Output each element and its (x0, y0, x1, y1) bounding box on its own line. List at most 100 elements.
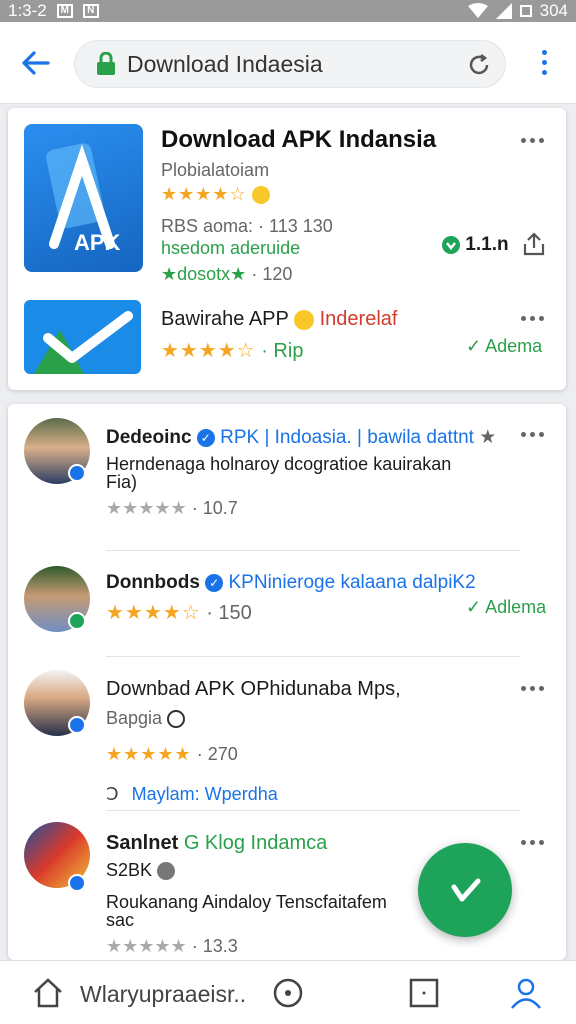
follow-label: Adema (485, 336, 543, 356)
rating-count: · 270 (196, 744, 238, 764)
rating-text: · Rip (261, 340, 304, 362)
rating-count: · 10.7 (191, 498, 238, 518)
more-options-icon[interactable] (521, 316, 549, 324)
verified-badge-icon (68, 464, 86, 482)
clock: 1:3-2 (8, 1, 47, 20)
lock-icon (97, 52, 115, 75)
author-name: Sanlnet (106, 832, 179, 854)
secondary-app-rating: ★★★★☆ · Rip (161, 338, 303, 363)
browser-toolbar: Download Indaesia (0, 22, 576, 104)
tabs-icon[interactable] (406, 975, 442, 1011)
checkmark-logo-icon (34, 311, 133, 374)
search-tab-label[interactable]: Wlaryupraaeisr.. (80, 981, 246, 1008)
notification-icon: M (56, 4, 73, 18)
post-text: Herndenaga holnaroy dcogratioe kauirakan (106, 454, 452, 474)
address-bar[interactable]: Download Indaesia (74, 40, 506, 88)
app-title[interactable]: Download APK Indansia (161, 126, 436, 154)
post-header[interactable]: Sanlnet G Klog Indamca (106, 832, 327, 855)
post-rating: ★★★★★ · 13.3 (106, 936, 238, 957)
secondary-app-title-row[interactable]: Bawirahe APP Inderelaf (161, 308, 397, 331)
author-tag: G Klog Indamca (183, 832, 328, 854)
rating-stars: ★★★★★ (106, 498, 187, 518)
verified-badge-icon (68, 716, 86, 734)
follow-button[interactable]: ✓ Adlema (466, 597, 546, 618)
battery-icon (519, 5, 532, 17)
notification-icon: N (82, 4, 99, 18)
signal-icon (495, 3, 512, 19)
post-subtitle-text: Bapgia (106, 708, 163, 728)
check-icon (451, 878, 481, 902)
meta-stars: ★dosotx★ (161, 264, 247, 284)
rating-stars: ★★★★★ (106, 744, 192, 764)
more-options-icon[interactable] (521, 138, 549, 146)
post-rating: ★★★★☆ · 150 (106, 600, 252, 625)
divider (106, 810, 520, 811)
status-bar: 1:3-2 M N 304 (0, 0, 576, 22)
download-stat[interactable]: 1.1.n (442, 234, 509, 256)
post-link-text: Maylam: Wperdha (131, 784, 278, 804)
home-icon[interactable] (30, 975, 66, 1011)
rating-stars: ★★★★☆ (161, 340, 256, 362)
verified-icon: ✓ (196, 428, 215, 447)
more-options-icon[interactable] (521, 840, 549, 848)
follow-button[interactable]: ✓ Adema (466, 336, 542, 357)
app-meta-rating: ★dosotx★ · 120 (161, 264, 292, 285)
wifi-icon (467, 3, 488, 18)
post-subtitle-text: S2BK (106, 860, 153, 880)
divider (106, 550, 520, 551)
link-icon: Ↄ (106, 784, 119, 804)
share-icon[interactable] (523, 232, 545, 256)
battery-level: 304 (539, 1, 568, 20)
profile-icon[interactable] (508, 975, 544, 1011)
follow-label: Adlema (485, 597, 547, 617)
check-icon: ✓ (466, 597, 482, 617)
author-name[interactable]: Downbad APK OPhidunaba Mps, (106, 678, 401, 701)
author-name: Donnbods (106, 572, 200, 593)
rating-stars: ★★★★☆ (161, 184, 247, 204)
more-options-icon[interactable] (521, 432, 549, 440)
rating-count: · 13.3 (191, 936, 238, 956)
download-fab[interactable] (418, 843, 512, 937)
download-icon (442, 235, 460, 254)
author-handle: RPK | Indoasia. | bawila dattnt (220, 427, 474, 448)
more-options-icon[interactable] (521, 686, 549, 694)
smiley-icon (251, 186, 270, 205)
post-text: Roukanang Aindaloy Tenscfaitafem (106, 892, 387, 912)
smiley-icon (294, 309, 315, 330)
post-rating: ★★★★★ · 270 (106, 744, 238, 765)
app-rating: ★★★★☆ (161, 184, 270, 205)
rating-stars: ★★★★☆ (106, 602, 201, 624)
secondary-app-title: Bawirahe APP (161, 308, 289, 330)
online-badge-icon (68, 612, 86, 630)
post-subtitle: Bapgia (106, 708, 186, 729)
rating-stars: ★★★★★ (106, 936, 187, 956)
back-arrow-icon[interactable] (18, 46, 52, 80)
apk-logo-text: APK (74, 230, 121, 255)
author-handle: KPNinieroge kalaana dalpiK2 (228, 572, 476, 593)
post-header[interactable]: Donnbods ✓ KPNinieroge kalaana dalpiK2 (106, 572, 476, 594)
download-count: 1.1.n (465, 234, 509, 255)
apk-app-icon[interactable]: APK (24, 124, 143, 272)
verified-icon: ✓ (205, 573, 224, 592)
post-header[interactable]: Dedeoinc ✓ RPK | Indoasia. | bawila datt… (106, 426, 496, 449)
star-icon: ★ (479, 427, 497, 448)
post-text: sac (106, 910, 135, 930)
rating-count: · 150 (206, 602, 252, 624)
post-text: Fia) (106, 472, 137, 492)
app-developer: Plobialatoiam (161, 160, 270, 180)
post-link[interactable]: Ↄ Maylam: Wperdha (106, 784, 278, 805)
verified-badge-icon (68, 874, 86, 892)
author-name: Dedeoinc (106, 427, 192, 448)
record-icon[interactable] (270, 975, 306, 1011)
app-meta: RBS aoma: · 113 130 (161, 216, 333, 236)
secondary-app-tag: Inderelaf (319, 308, 398, 330)
app-meta-link[interactable]: hsedom aderuide (161, 238, 300, 259)
overflow-menu-icon[interactable] (534, 48, 554, 78)
reload-icon[interactable] (467, 53, 491, 77)
divider (106, 656, 520, 657)
bottom-navigation: Wlaryupraaeisr.. (0, 960, 576, 1024)
secondary-app-icon[interactable] (24, 300, 141, 374)
badge-icon (157, 862, 176, 881)
meta-count: · 120 (251, 264, 293, 284)
url-text: Download Indaesia (127, 50, 323, 77)
